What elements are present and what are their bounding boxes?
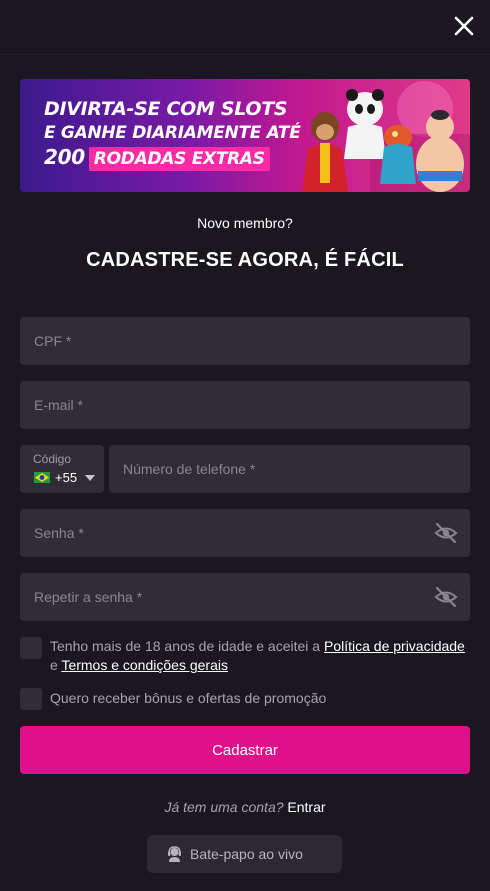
promo-checkbox[interactable] — [20, 688, 42, 710]
banner-line-3: 200 RODADAS EXTRAS — [44, 145, 301, 171]
terms-conditions-link[interactable]: Termos e condições gerais — [61, 657, 228, 673]
live-chat-button[interactable]: Bate-papo ao vivo — [147, 835, 342, 873]
banner-headline: DIVIRTA-SE COM SLOTS E GANHE DIARIAMENTE… — [44, 97, 301, 171]
password-repeat-field — [20, 573, 470, 621]
top-bar — [0, 0, 490, 55]
terms-text-before: Tenho mais de 18 anos de idade e aceitei… — [50, 638, 324, 654]
banner-number: 200 — [44, 145, 85, 169]
promo-text: Quero receber bônus e ofertas de promoçã… — [50, 690, 327, 706]
login-question: Já tem uma conta? — [164, 799, 284, 815]
login-link[interactable]: Entrar — [287, 799, 325, 815]
terms-row: Tenho mais de 18 anos de idade e aceitei… — [20, 637, 470, 677]
phone-field-inner — [109, 445, 470, 493]
country-code-value: +55 — [55, 470, 78, 485]
eye-slash-icon[interactable] — [434, 522, 458, 544]
registration-page: DIVIRTA-SE COM SLOTS E GANHE DIARIAMENTE… — [0, 0, 490, 891]
live-chat-label: Bate-papo ao vivo — [190, 846, 303, 862]
country-code-select[interactable]: Código +55 — [20, 445, 104, 493]
terms-text-between: e — [50, 657, 62, 673]
country-code-label: Código — [33, 452, 72, 466]
banner-tag: RODADAS EXTRAS — [88, 147, 270, 171]
eye-slash-icon[interactable] — [434, 586, 458, 608]
brazil-flag-icon — [34, 472, 50, 483]
close-icon[interactable] — [450, 12, 478, 40]
register-button[interactable]: Cadastrar — [20, 726, 470, 774]
email-field — [20, 381, 470, 429]
phone-field — [109, 445, 470, 493]
terms-checkbox[interactable] — [20, 637, 42, 659]
promo-banner[interactable]: DIVIRTA-SE COM SLOTS E GANHE DIARIAMENTE… — [20, 79, 470, 192]
login-prompt: Já tem uma conta? Entrar — [0, 799, 490, 815]
privacy-policy-link[interactable]: Política de privacidade — [324, 638, 465, 654]
chevron-down-icon — [85, 475, 95, 481]
password-field — [20, 509, 470, 557]
new-member-subtitle: Novo membro? — [197, 215, 293, 231]
cpf-input[interactable] — [20, 317, 470, 365]
headset-icon — [168, 846, 181, 862]
promo-row: Quero receber bônus e ofertas de promoçã… — [20, 688, 470, 712]
banner-line-1: DIVIRTA-SE COM SLOTS — [44, 98, 288, 120]
phone-input[interactable] — [109, 445, 470, 493]
page-title: CADASTRE-SE AGORA, É FÁCIL — [86, 249, 404, 271]
terms-text: Tenho mais de 18 anos de idade e aceitei… — [50, 637, 470, 675]
password-input[interactable] — [20, 509, 470, 557]
banner-line-2: E GANHE DIARIAMENTE ATÉ — [44, 123, 301, 143]
cpf-field — [20, 317, 470, 365]
email-input[interactable] — [20, 381, 470, 429]
password-repeat-input[interactable] — [20, 573, 470, 621]
